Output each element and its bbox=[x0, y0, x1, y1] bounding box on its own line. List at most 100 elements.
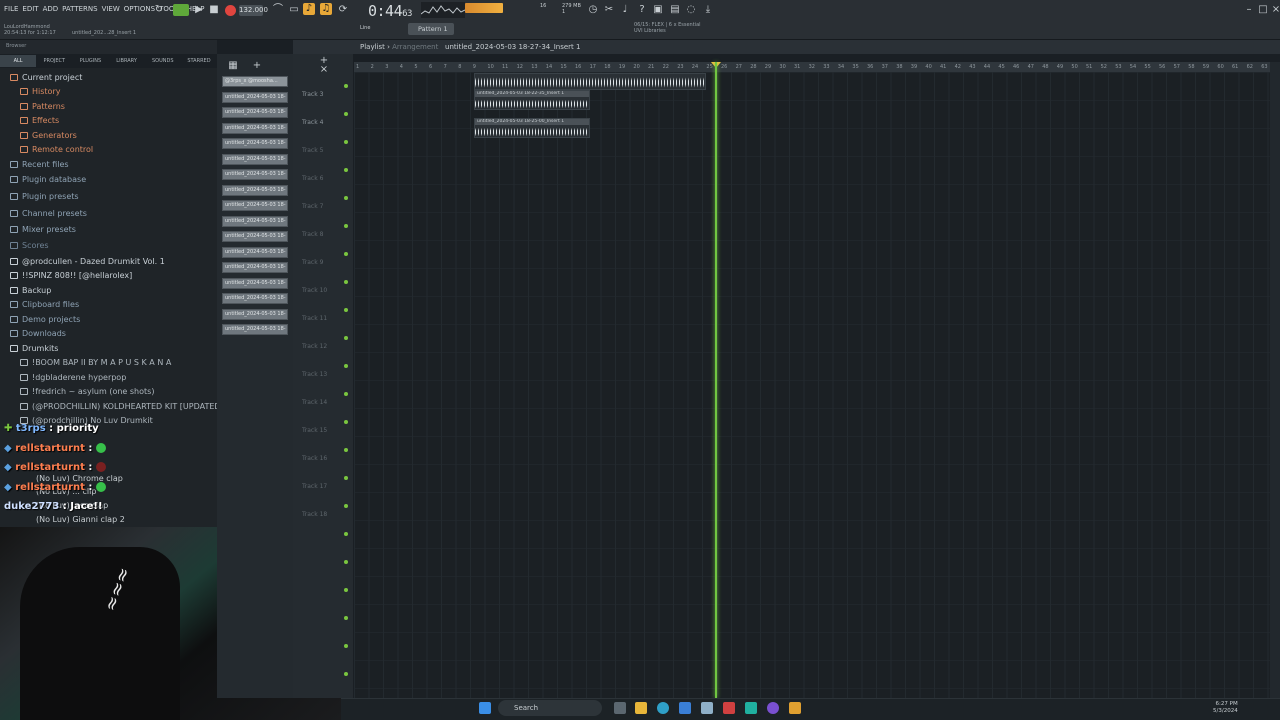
browser-item-dazed-drumkit[interactable]: @prodcullen - Dazed Drumkit Vol. 1 bbox=[10, 257, 165, 266]
tab-plugins[interactable]: PLUGINS bbox=[72, 55, 108, 67]
taskbar-search[interactable]: Search bbox=[498, 700, 602, 716]
pattern-selector[interactable]: Pattern 1 bbox=[408, 23, 454, 35]
pattern-item[interactable]: untitled_2024-05-03 18- bbox=[222, 92, 288, 103]
tempo-display[interactable]: 132.000 bbox=[239, 5, 268, 16]
track-name[interactable]: Track 8 bbox=[302, 231, 323, 238]
browser-item-current-project[interactable]: Current project bbox=[10, 73, 82, 82]
stop-icon[interactable]: ■ bbox=[208, 4, 220, 16]
pattern-item[interactable]: untitled_2024-05-03 18- bbox=[222, 154, 288, 165]
track-mute-led[interactable] bbox=[344, 336, 348, 340]
track-mute-led[interactable] bbox=[344, 644, 348, 648]
menu-file[interactable]: FILE bbox=[4, 5, 18, 13]
countdown-icon[interactable]: ▭ bbox=[288, 4, 300, 16]
track-mute-led[interactable] bbox=[344, 112, 348, 116]
track-mute-led[interactable] bbox=[344, 280, 348, 284]
grid-icon[interactable]: ▦ bbox=[227, 60, 239, 72]
browser-file[interactable]: (No Luv) Gianni clap 2 bbox=[36, 515, 125, 524]
track-mute-led[interactable] bbox=[344, 308, 348, 312]
clock-icon[interactable]: ◷ bbox=[587, 4, 599, 16]
audio-clip[interactable]: untitled_2024-05-03 18-25-00_Insert 1 bbox=[474, 118, 590, 138]
track-mute-led[interactable] bbox=[344, 168, 348, 172]
track-mute-led[interactable] bbox=[344, 140, 348, 144]
browser-item-channel-presets[interactable]: Channel presets bbox=[10, 209, 87, 218]
pattern-item[interactable]: untitled_2024-05-03 18- bbox=[222, 278, 288, 289]
track-mute-led[interactable] bbox=[344, 84, 348, 88]
browser-item-history[interactable]: History bbox=[20, 87, 60, 96]
track-mute-led[interactable] bbox=[344, 224, 348, 228]
save-icon[interactable]: ▣ bbox=[652, 4, 664, 16]
browser-item-drumkits[interactable]: Drumkits bbox=[10, 344, 58, 353]
close-icon[interactable]: × bbox=[1270, 4, 1280, 16]
track-mute-led[interactable] bbox=[344, 672, 348, 676]
track-mute-led[interactable] bbox=[344, 560, 348, 564]
tab-starred[interactable]: STARRED bbox=[181, 55, 217, 67]
menu-add[interactable]: ADD bbox=[43, 5, 59, 13]
track-mute-led[interactable] bbox=[344, 532, 348, 536]
wait-icon[interactable]: ⌒ bbox=[272, 4, 284, 16]
track-mute-led[interactable] bbox=[344, 448, 348, 452]
add-icon[interactable]: + bbox=[251, 60, 263, 72]
maximize-icon[interactable]: □ bbox=[1257, 4, 1269, 16]
track-mute-led[interactable] bbox=[344, 476, 348, 480]
chat-icon[interactable]: ◌ bbox=[685, 4, 697, 16]
pattern-item[interactable]: untitled_2024-05-03 18- bbox=[222, 262, 288, 273]
pattern-item[interactable]: untitled_2024-05-03 18- bbox=[222, 123, 288, 134]
news-icon[interactable]: ▤ bbox=[669, 4, 681, 16]
browser-item-mixer-presets[interactable]: Mixer presets bbox=[10, 225, 76, 234]
metronome-icon[interactable]: ↻ bbox=[153, 4, 165, 16]
track-name[interactable]: Track 6 bbox=[302, 175, 323, 182]
track-mute-led[interactable] bbox=[344, 364, 348, 368]
pattern-item[interactable]: untitled_2024-05-03 18- bbox=[222, 324, 288, 335]
track-mute-led[interactable] bbox=[344, 252, 348, 256]
track-name[interactable]: Track 18 bbox=[302, 511, 327, 518]
track-name[interactable]: Track 9 bbox=[302, 259, 323, 266]
audio-clip[interactable]: untitled_2024-05-03 18-22-35_Insert 1 bbox=[474, 90, 590, 110]
track-mute-led[interactable] bbox=[344, 504, 348, 508]
browser-item-boom-bap[interactable]: !BOOM BAP II BY M A P U S K A N A bbox=[20, 358, 171, 367]
mic-icon[interactable]: ♩ bbox=[619, 4, 631, 16]
track-name[interactable]: Track 4 bbox=[302, 119, 323, 126]
menu-patterns[interactable]: PATTERNS bbox=[62, 5, 97, 13]
download-icon[interactable]: ⤓ bbox=[702, 4, 714, 16]
browser-item-remote-control[interactable]: Remote control bbox=[20, 145, 93, 154]
audio-clip[interactable] bbox=[474, 73, 706, 90]
blend-notes-icon[interactable]: ♫ bbox=[320, 3, 332, 15]
track-mute-led[interactable] bbox=[344, 588, 348, 592]
timeline-ruler[interactable]: 1 2 3 4 5 6 7 8 9 10 11 12 13 14 15 16 17 18 19 20 21 22 23 24 2… bbox=[354, 62, 1270, 72]
pattern-item[interactable]: untitled_2024-05-03 18- bbox=[222, 309, 288, 320]
browser-item-effects[interactable]: Effects bbox=[20, 116, 59, 125]
browser-item-koldhearted[interactable]: (@PRODCHILLIN) KOLDHEARTED KIT [UPDATED] bbox=[20, 402, 224, 411]
track-name[interactable]: Track 17 bbox=[302, 483, 327, 490]
track-mute-led[interactable] bbox=[344, 196, 348, 200]
cut-icon[interactable]: ✂ bbox=[603, 4, 615, 16]
pattern-item[interactable]: untitled_2024-05-03 18- bbox=[222, 216, 288, 227]
browser-item-generators[interactable]: Generators bbox=[20, 131, 77, 140]
pattern-item[interactable]: untitled_2024-05-03 18- bbox=[222, 169, 288, 180]
store-icon[interactable] bbox=[679, 702, 691, 714]
pattern-item[interactable]: untitled_2024-05-03 18- bbox=[222, 293, 288, 304]
tab-sounds[interactable]: SOUNDS bbox=[145, 55, 181, 67]
loop-record-icon[interactable]: ⟳ bbox=[337, 4, 349, 16]
tab-library[interactable]: LIBRARY bbox=[109, 55, 145, 67]
close-track-icon[interactable]: × bbox=[318, 64, 330, 76]
task-view-icon[interactable] bbox=[614, 702, 626, 714]
pattern-item[interactable]: untitled_2024-05-03 18- bbox=[222, 107, 288, 118]
tab-project[interactable]: PROJECT bbox=[36, 55, 72, 67]
discord-icon[interactable] bbox=[767, 702, 779, 714]
browser-item-asylum[interactable]: !fredrich ~ asylum (one shots) bbox=[20, 387, 154, 396]
help-icon[interactable]: ? bbox=[636, 4, 648, 16]
file-explorer-icon[interactable] bbox=[635, 702, 647, 714]
edge-icon[interactable] bbox=[657, 702, 669, 714]
track-name[interactable]: Track 16 bbox=[302, 455, 327, 462]
browser-item-plugin-presets[interactable]: Plugin presets bbox=[10, 192, 79, 201]
browser-item-hyperpop[interactable]: !dgbladerene hyperpop bbox=[20, 373, 126, 382]
pattern-item[interactable]: untitled_2024-05-03 18- bbox=[222, 138, 288, 149]
app-icon[interactable] bbox=[723, 702, 735, 714]
track-name[interactable]: Track 14 bbox=[302, 399, 327, 406]
minimize-icon[interactable]: – bbox=[1243, 4, 1255, 16]
track-name[interactable]: Track 15 bbox=[302, 427, 327, 434]
start-icon[interactable] bbox=[479, 702, 491, 714]
browser-item-clipboard-files[interactable]: Clipboard files bbox=[10, 300, 79, 309]
track-mute-led[interactable] bbox=[344, 392, 348, 396]
record-button[interactable] bbox=[225, 5, 236, 16]
